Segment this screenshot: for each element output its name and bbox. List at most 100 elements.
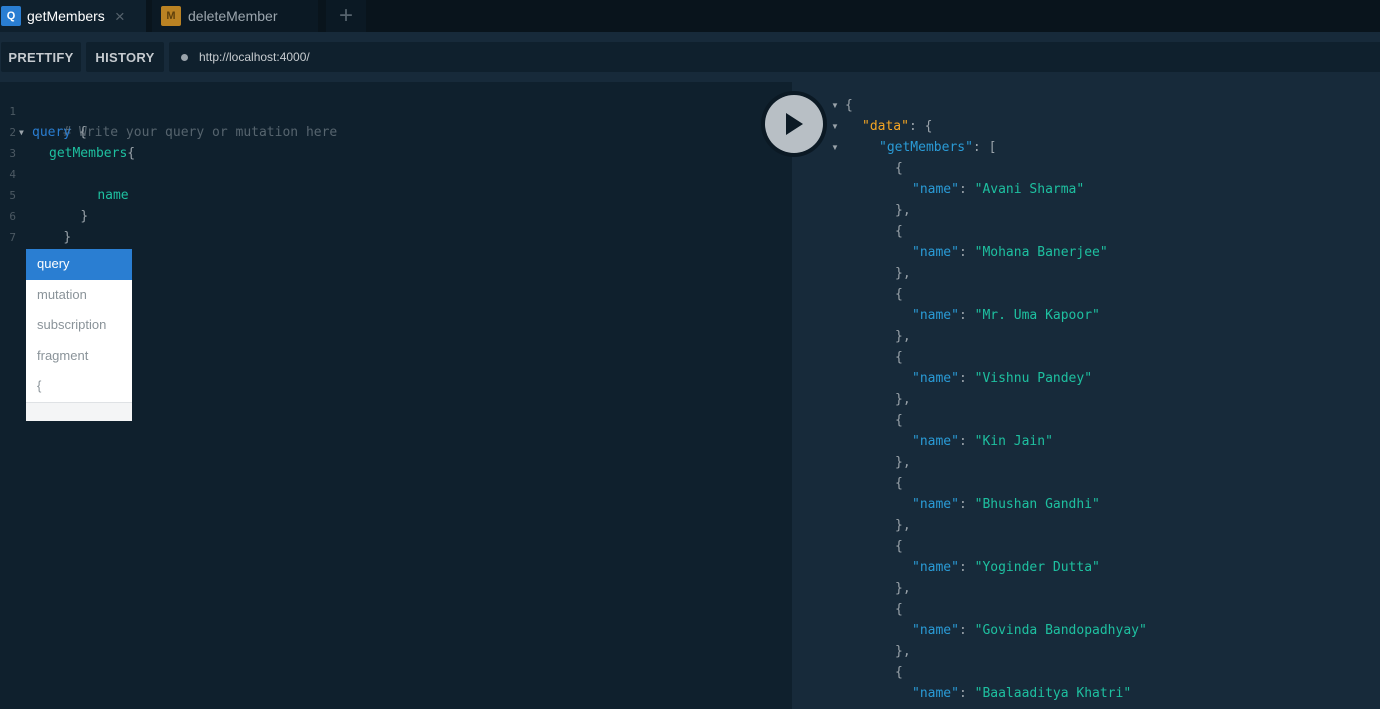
code-line-subfield: name	[66, 164, 128, 203]
json-brace: {	[845, 98, 853, 113]
code-line-close-inner: }	[49, 185, 88, 224]
fold-arrow-icon[interactable]: ▼	[831, 137, 839, 158]
json-line: },	[895, 452, 911, 473]
json-punct: :	[958, 308, 975, 323]
json-line: {	[895, 347, 903, 368]
tab-getmembers[interactable]: Q getMembers ×	[0, 0, 146, 32]
json-brace: {	[895, 476, 903, 491]
json-key-name: "name"	[912, 497, 959, 512]
autocomplete-item-mutation[interactable]: mutation	[26, 280, 132, 311]
code-brace: }	[63, 230, 72, 245]
json-line: {	[845, 95, 853, 116]
json-brace: {	[895, 665, 903, 680]
json-member-row: "name": "Mohana Banerjee"	[912, 242, 1108, 263]
code-brace: {	[127, 146, 136, 161]
autocomplete-footer	[26, 402, 132, 421]
json-key-name: "name"	[912, 182, 959, 197]
json-line: {	[895, 221, 903, 242]
json-member-row: "name": "Bhushan Gandhi"	[912, 494, 1100, 515]
code-line-field: getMembers{	[49, 143, 135, 164]
json-punct: :	[958, 182, 975, 197]
json-key-name: "name"	[912, 434, 959, 449]
autocomplete-item-brace[interactable]: {	[26, 371, 132, 402]
json-brace: {	[895, 224, 903, 239]
json-key-name: "name"	[912, 623, 959, 638]
line-number: 4	[9, 168, 16, 181]
json-member-row: "name": "Kin Jain"	[912, 431, 1053, 452]
code-line-comment: # Write your query or mutation here	[32, 101, 337, 140]
json-value-name: "Avani Sharma"	[974, 182, 1085, 197]
json-member-row: "name": "Mr. Uma Kapoor"	[912, 305, 1100, 326]
json-key-name: "name"	[912, 245, 959, 260]
line-number: 2	[9, 126, 16, 139]
json-line: {	[895, 410, 903, 431]
line-number: 5	[9, 189, 16, 202]
json-line: {	[895, 599, 903, 620]
json-punct: :	[958, 245, 975, 260]
connection-status-icon	[181, 53, 188, 61]
json-brace: },	[895, 392, 911, 407]
response-panel	[792, 82, 1380, 709]
code-comment: # Write your query or mutation here	[63, 125, 338, 140]
code-field: getMembers	[49, 146, 128, 161]
run-query-button[interactable]	[761, 91, 827, 157]
json-brace: },	[895, 581, 911, 596]
json-line: },	[895, 263, 911, 284]
autocomplete-item-subscription[interactable]: subscription	[26, 310, 132, 341]
json-value-name: "Kin Jain"	[974, 434, 1053, 449]
json-brace: {	[895, 161, 903, 176]
json-value-name: "Mohana Banerjee"	[974, 245, 1108, 260]
json-key-getmembers: "getMembers"	[879, 140, 973, 155]
json-value-name: "Mr. Uma Kapoor"	[974, 308, 1100, 323]
code-keyword: query	[32, 125, 72, 140]
json-punct: :	[958, 623, 975, 638]
fold-arrow-icon[interactable]: ▼	[831, 95, 839, 116]
plus-icon: +	[338, 2, 353, 29]
json-brace: {	[895, 350, 903, 365]
json-punct: :	[958, 560, 975, 575]
autocomplete-item-query[interactable]: query	[26, 249, 132, 280]
json-brace: {	[895, 539, 903, 554]
play-icon	[786, 113, 803, 135]
history-button[interactable]: HISTORY	[86, 42, 164, 72]
autocomplete-item-fragment[interactable]: fragment	[26, 341, 132, 372]
autocomplete-dropdown: query mutation subscription fragment {	[26, 249, 132, 421]
json-brace: },	[895, 266, 911, 281]
toolbar: PRETTIFY HISTORY http://localhost:4000/	[0, 32, 1380, 82]
endpoint-url[interactable]: http://localhost:4000/	[199, 50, 310, 64]
json-brace: },	[895, 203, 911, 218]
tab-label: deleteMember	[188, 8, 278, 24]
json-line: {	[895, 473, 903, 494]
tab-label: getMembers	[27, 8, 105, 24]
json-value-name: "Bhushan Gandhi"	[974, 497, 1100, 512]
code-brace: }	[80, 209, 89, 224]
json-member-row: "name": "Govinda Bandopadhyay"	[912, 620, 1147, 641]
fold-arrow-icon[interactable]: ▼	[831, 116, 839, 137]
json-line: {	[895, 158, 903, 179]
code-subfield: name	[97, 188, 129, 203]
tab-deletemember[interactable]: M deleteMember	[152, 0, 318, 32]
json-line: "getMembers": [	[879, 137, 996, 158]
endpoint-url-bar[interactable]: http://localhost:4000/	[169, 42, 1380, 72]
prettify-button[interactable]: PRETTIFY	[1, 42, 81, 72]
json-brace: },	[895, 518, 911, 533]
json-line: },	[895, 200, 911, 221]
json-value-name: "Baalaaditya Khatri"	[974, 686, 1132, 701]
json-line: {	[895, 284, 903, 305]
json-key-name: "name"	[912, 308, 959, 323]
json-member-row: "name": "Vishnu Pandey"	[912, 368, 1092, 389]
json-punct: :	[958, 434, 975, 449]
add-tab-button[interactable]: +	[326, 0, 366, 32]
line-number: 6	[9, 210, 16, 223]
json-key-name: "name"	[912, 371, 959, 386]
code-line-close-outer: }	[32, 206, 71, 245]
json-line: },	[895, 641, 911, 662]
json-line: },	[895, 389, 911, 410]
fold-arrow-icon[interactable]: ▼	[19, 122, 24, 143]
json-value-name: "Yoginder Dutta"	[974, 560, 1100, 575]
json-line: {	[895, 536, 903, 557]
line-number: 1	[9, 105, 16, 118]
mutation-badge-icon: M	[161, 6, 181, 26]
close-icon[interactable]: ×	[115, 8, 125, 25]
json-line: },	[895, 515, 911, 536]
